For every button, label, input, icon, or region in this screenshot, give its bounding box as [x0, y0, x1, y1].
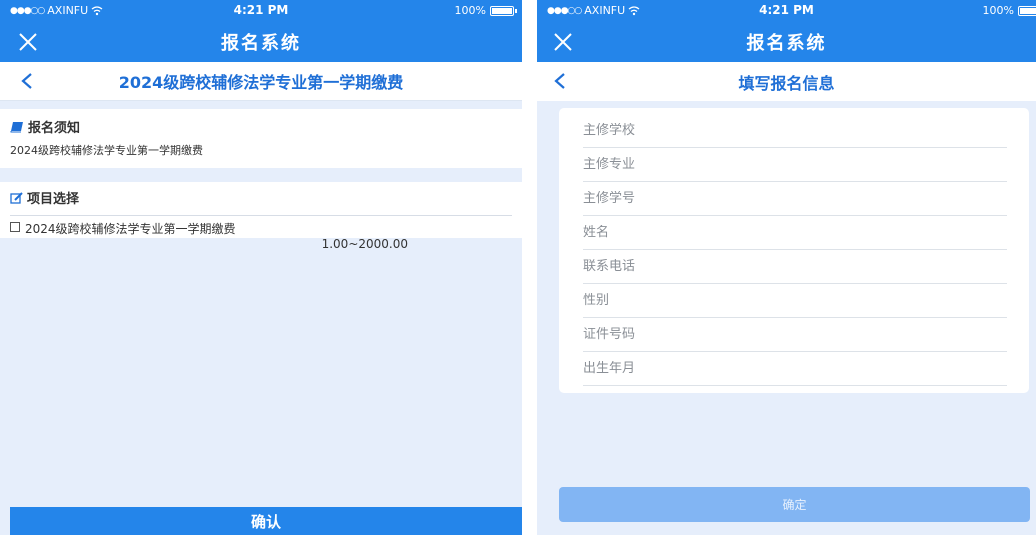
project-item-label: 2024级跨校辅修法学专业第一学期缴费: [25, 222, 236, 236]
project-item[interactable]: 2024级跨校辅修法学专业第一学期缴费: [10, 218, 512, 237]
divider: [10, 215, 512, 216]
id-number-input[interactable]: [583, 327, 1007, 342]
back-arrow-icon[interactable]: [551, 71, 571, 91]
back-arrow-icon[interactable]: [18, 71, 38, 91]
project-title: 项目选择: [27, 192, 80, 207]
notice-section: 报名须知 2024级跨校辅修法学专业第一学期缴费: [0, 109, 522, 168]
project-section: 项目选择 2024级跨校辅修法学专业第一学期缴费 1.00~2000.00: [0, 182, 522, 251]
submit-button[interactable]: 确定: [559, 487, 1030, 522]
name-field[interactable]: [583, 216, 1007, 250]
status-bar: ●●●○○ AXINFU 4:21 PM 100%: [0, 0, 522, 22]
battery-percent: 100%: [982, 4, 1014, 17]
close-icon[interactable]: [551, 30, 575, 54]
spacer: [0, 101, 522, 109]
nav-bar: 报名系统: [537, 22, 1036, 62]
birth-date-input[interactable]: [583, 361, 1007, 376]
major-input[interactable]: [583, 157, 1007, 172]
birth-date-field[interactable]: [583, 352, 1007, 386]
status-time: 4:21 PM: [233, 3, 289, 17]
notice-heading: 报名须知: [10, 117, 512, 136]
student-id-field[interactable]: [583, 182, 1007, 216]
phone-field[interactable]: [583, 250, 1007, 284]
notice-title: 报名须知: [28, 121, 81, 136]
left-phone-screen: ●●●○○ AXINFU 4:21 PM 100% 报名系统 2024级跨校辅修…: [0, 0, 522, 535]
close-icon[interactable]: [16, 30, 40, 54]
project-checkbox[interactable]: [10, 222, 20, 232]
status-time: 4:21 PM: [759, 3, 814, 17]
page-title: 2024级跨校辅修法学专业第一学期缴费: [118, 73, 404, 92]
battery-icon: [490, 5, 517, 16]
registration-form: [559, 108, 1029, 393]
phone-input[interactable]: [583, 259, 1007, 274]
right-phone-screen: ●●●○○ AXINFU 4:21 PM 100% 报名系统 填写报名信息 确定: [537, 0, 1036, 535]
page-header: 2024级跨校辅修法学专业第一学期缴费: [0, 62, 522, 101]
battery-status: 100%: [454, 4, 517, 17]
status-bar: ●●●○○ AXINFU 4:21 PM 100%: [537, 0, 1036, 22]
major-school-input[interactable]: [583, 123, 1007, 138]
page-header: 填写报名信息: [537, 62, 1036, 101]
project-amount-range: 1.00~2000.00: [321, 237, 408, 251]
battery-icon: [1018, 5, 1036, 16]
name-input[interactable]: [583, 225, 1007, 240]
battery-percent: 100%: [454, 4, 486, 17]
nav-title: 报名系统: [746, 33, 827, 54]
nav-bar: 报名系统: [0, 22, 522, 62]
spacer: [0, 168, 522, 182]
gender-input[interactable]: [583, 293, 1007, 308]
major-school-field[interactable]: [583, 114, 1007, 148]
edit-icon: [10, 191, 23, 204]
major-field[interactable]: [583, 148, 1007, 182]
id-number-field[interactable]: [583, 318, 1007, 352]
page-title: 填写报名信息: [738, 73, 835, 93]
project-heading: 项目选择: [10, 188, 512, 207]
battery-status: 100%: [983, 4, 1036, 17]
student-id-input[interactable]: [583, 191, 1007, 206]
confirm-button[interactable]: 确认: [10, 507, 522, 535]
book-icon: [10, 121, 23, 132]
notice-text: 2024级跨校辅修法学专业第一学期缴费: [10, 144, 203, 157]
gender-field[interactable]: [583, 284, 1007, 318]
nav-title: 报名系统: [221, 33, 301, 54]
